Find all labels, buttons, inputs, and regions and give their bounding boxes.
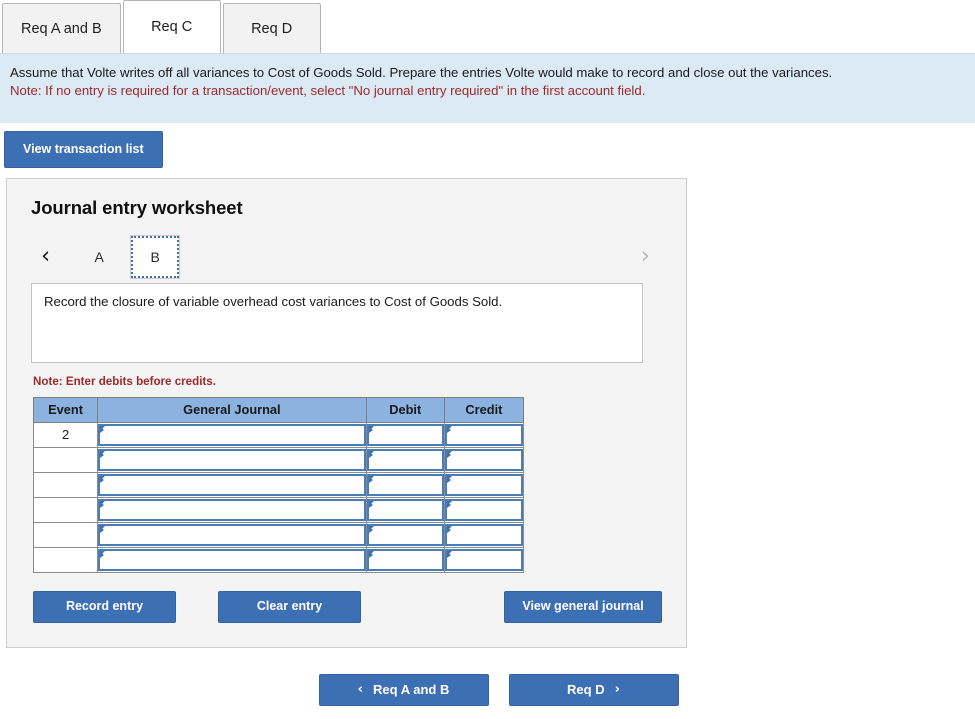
credit-input-field[interactable]: [444, 498, 523, 521]
table-row: [32, 521, 525, 548]
general-journal-cell: [97, 471, 367, 498]
event-cell: [32, 546, 99, 573]
page-tab-a[interactable]: A: [74, 235, 124, 279]
journal-entry-worksheet-panel: Journal entry worksheet ‹ A B › Record t…: [6, 177, 687, 648]
event-cell: [32, 471, 99, 498]
credit-cell: [443, 421, 525, 448]
credit-input-field[interactable]: [444, 448, 523, 471]
chevron-left-icon[interactable]: ‹: [35, 245, 56, 268]
chevron-right-icon: ›: [614, 682, 620, 697]
debit-cell: [365, 521, 445, 548]
table-row: [32, 446, 525, 473]
credit-cell: [443, 471, 525, 498]
tab-label: Req C: [151, 19, 193, 35]
tab-req-c[interactable]: Req C: [122, 0, 221, 53]
event-cell: [32, 496, 99, 523]
general-journal-cell: [97, 521, 367, 548]
worksheet-pager: ‹ A B ›: [31, 234, 664, 279]
credit-cell: [443, 496, 525, 523]
event-cell: [32, 521, 99, 548]
instruction-body: Assume that Volte writes off all varianc…: [10, 65, 833, 80]
column-header-event: Event: [32, 396, 99, 423]
debit-cell: [365, 471, 445, 498]
account-select-field[interactable]: [98, 498, 366, 521]
debit-input-field[interactable]: [366, 548, 444, 571]
debit-input-field[interactable]: [366, 473, 444, 496]
credit-cell: [443, 446, 525, 473]
requirement-tabs: Req A and B Req C Req D: [0, 0, 975, 53]
account-select-field[interactable]: [98, 473, 366, 496]
debit-input-field[interactable]: [366, 448, 444, 471]
tab-label: Req D: [251, 20, 293, 37]
tab-label: Req A and B: [21, 20, 102, 37]
transaction-description-text: Record the closure of variable overhead …: [44, 293, 503, 309]
clear-entry-button[interactable]: Clear entry: [218, 590, 361, 623]
credit-input-field[interactable]: [444, 473, 523, 496]
debit-cell: [365, 446, 445, 473]
event-cell: 2: [32, 421, 99, 448]
table-row: [32, 471, 525, 498]
column-header-credit: Credit: [443, 396, 525, 423]
view-transaction-list-button[interactable]: View transaction list: [4, 131, 163, 168]
table-row: 2: [32, 421, 525, 448]
account-select-field[interactable]: [98, 423, 366, 446]
tab-req-d[interactable]: Req D: [222, 3, 321, 53]
record-entry-button[interactable]: Record entry: [33, 590, 176, 623]
journal-entry-table: Event General Journal Debit Credit 2: [32, 396, 525, 573]
credit-cell: [443, 521, 525, 548]
credit-input-field[interactable]: [444, 423, 523, 446]
debit-input-field[interactable]: [366, 423, 444, 446]
debit-cell: [365, 546, 445, 573]
instruction-note: Note: If no entry is required for a tran…: [10, 83, 646, 99]
debit-cell: [365, 421, 445, 448]
view-general-journal-button[interactable]: View general journal: [504, 590, 662, 623]
toolbar: View transaction list: [0, 123, 975, 178]
nav-next-label: Req D: [567, 682, 605, 697]
tab-req-a-and-b[interactable]: Req A and B: [2, 3, 121, 53]
debit-input-field[interactable]: [366, 523, 444, 546]
credit-cell: [443, 546, 525, 573]
general-journal-cell: [97, 496, 367, 523]
credit-input-field[interactable]: [444, 523, 523, 546]
general-journal-cell: [97, 446, 367, 473]
column-header-debit: Debit: [365, 396, 445, 423]
worksheet-actions: Record entry Clear entry View general jo…: [33, 590, 664, 623]
debit-input-field[interactable]: [366, 498, 444, 521]
worksheet-title: Journal entry worksheet: [31, 196, 243, 218]
table-row: [32, 496, 525, 523]
requirement-navigation: ‹ Req A and B Req D ›: [0, 673, 975, 706]
credit-input-field[interactable]: [444, 548, 523, 571]
general-journal-cell: [97, 546, 367, 573]
general-journal-cell: [97, 421, 367, 448]
page-tab-b[interactable]: B: [130, 234, 181, 279]
account-select-field[interactable]: [98, 448, 366, 471]
chevron-right-icon[interactable]: ›: [635, 245, 656, 268]
column-header-general-journal: General Journal: [97, 396, 367, 423]
debit-cell: [365, 496, 445, 523]
account-select-field[interactable]: [98, 548, 366, 571]
chevron-left-icon: ‹: [357, 682, 364, 697]
page-tab-label: A: [94, 248, 104, 265]
nav-prev-label: Req A and B: [373, 682, 450, 697]
nav-prev-req-a-and-b-button[interactable]: ‹ Req A and B: [318, 673, 489, 706]
transaction-description-box: Record the closure of variable overhead …: [31, 282, 643, 363]
table-row: [32, 546, 525, 573]
debits-before-credits-note: Note: Enter debits before credits.: [33, 374, 216, 388]
event-cell: [32, 446, 99, 473]
table-header-row: Event General Journal Debit Credit: [32, 396, 525, 423]
page-tab-label: B: [150, 248, 160, 265]
account-select-field[interactable]: [98, 523, 366, 546]
nav-next-req-d-button[interactable]: Req D ›: [508, 673, 679, 706]
instruction-banner: Assume that Volte writes off all varianc…: [0, 53, 975, 123]
